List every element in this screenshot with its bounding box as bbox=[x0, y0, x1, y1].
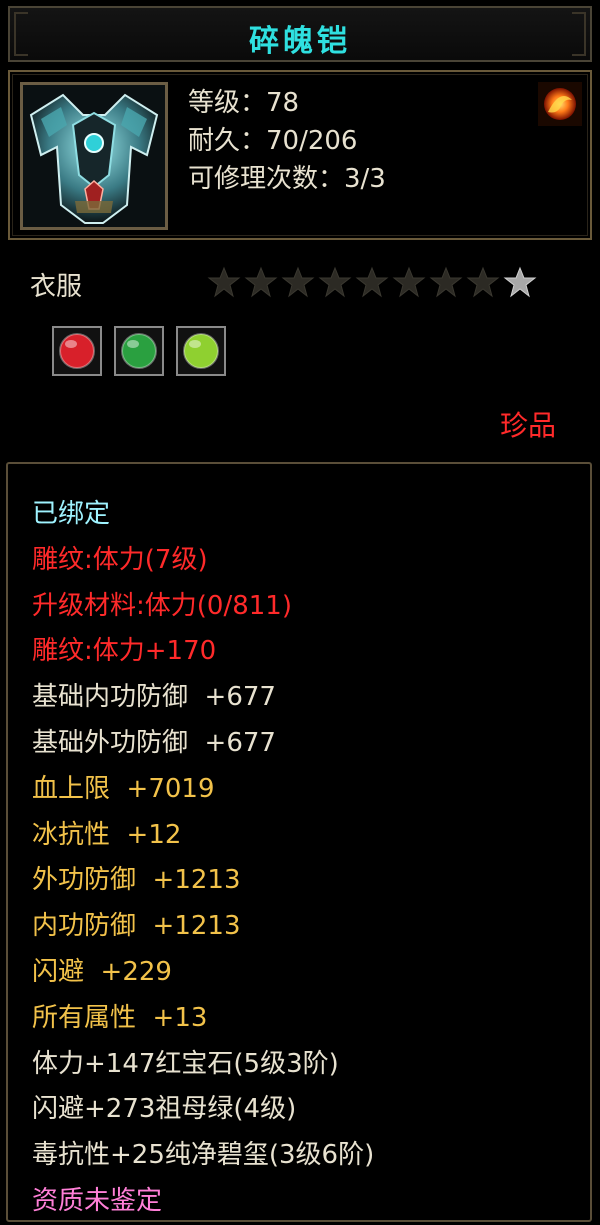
gem-slots bbox=[52, 326, 226, 376]
attributes-panel: 已绑定雕纹:体力(7级) 升级材料:体力(0/811) 雕纹:体力+170 基础内功防… bbox=[6, 462, 592, 1222]
attribute-line: 雕纹:体力+170 bbox=[32, 636, 217, 667]
star-icon-dark bbox=[466, 266, 500, 298]
attribute-line: 已绑定 bbox=[32, 499, 111, 529]
attribute-line: 雕纹:体力(7级) bbox=[32, 544, 208, 575]
attribute-line: 基础内功防御 +677 bbox=[32, 682, 276, 713]
title-bar: 碎魄铠 bbox=[8, 6, 592, 62]
olive-gem-icon[interactable] bbox=[176, 326, 226, 376]
star-icon-lit bbox=[503, 266, 537, 298]
attribute-line: 所有属性 +13 bbox=[32, 1002, 208, 1033]
green-gem-icon[interactable] bbox=[114, 326, 164, 376]
armor-icon[interactable] bbox=[20, 82, 168, 230]
star-icon-dark bbox=[392, 266, 426, 298]
attribute-line: 血上限 +7019 bbox=[32, 773, 215, 804]
star-icon-dark bbox=[429, 266, 463, 298]
star-rating bbox=[206, 264, 538, 300]
star-icon-dark bbox=[318, 266, 352, 298]
attribute-line: 体力+147红宝石(5级3阶) bbox=[32, 1048, 339, 1079]
item-type: 衣服 bbox=[30, 272, 83, 302]
item-basic-stats: 等级：78 耐久：70/206 可修理次数：3/3 bbox=[188, 84, 386, 198]
red-gem-icon[interactable] bbox=[52, 326, 102, 376]
star-icon-dark bbox=[244, 266, 278, 298]
attribute-line: 外功防御 +1213 bbox=[32, 865, 241, 896]
durability-stat: 耐久：70/206 bbox=[188, 126, 358, 156]
attribute-line: 内功防御 +1213 bbox=[32, 911, 241, 942]
attribute-line: 资质未鉴定 bbox=[32, 1185, 163, 1216]
attribute-line: 毒抗性+25纯净碧玺(3级6阶) bbox=[32, 1140, 375, 1171]
attribute-line: 冰抗性 +12 bbox=[32, 819, 182, 850]
fire-orb-icon bbox=[538, 82, 582, 126]
repair-count-stat: 可修理次数：3/3 bbox=[188, 164, 386, 194]
attribute-line: 基础外功防御 +677 bbox=[32, 727, 276, 758]
attribute-list: 已绑定雕纹:体力(7级) 升级材料:体力(0/811) 雕纹:体力+170 基础内功防… bbox=[32, 492, 374, 1225]
attribute-line: 闪避+273祖母绿(4级) bbox=[32, 1094, 297, 1125]
quality-label: 珍品 bbox=[499, 409, 556, 442]
star-icon-dark bbox=[207, 266, 241, 298]
star-icon-dark bbox=[355, 266, 389, 298]
star-icon-dark bbox=[281, 266, 315, 298]
item-name: 碎魄铠 bbox=[249, 24, 351, 59]
level-stat: 等级：78 bbox=[188, 88, 300, 118]
attribute-line: 升级材料:体力(0/811) bbox=[32, 590, 292, 621]
attribute-line: 闪避 +229 bbox=[32, 956, 172, 987]
item-header: 等级：78 耐久：70/206 可修理次数：3/3 bbox=[8, 70, 592, 240]
item-tooltip: 碎魄铠 等级：78 耐久：70/206 可修理次数：3/3 衣服 珍品 已绑定 … bbox=[0, 0, 600, 1225]
